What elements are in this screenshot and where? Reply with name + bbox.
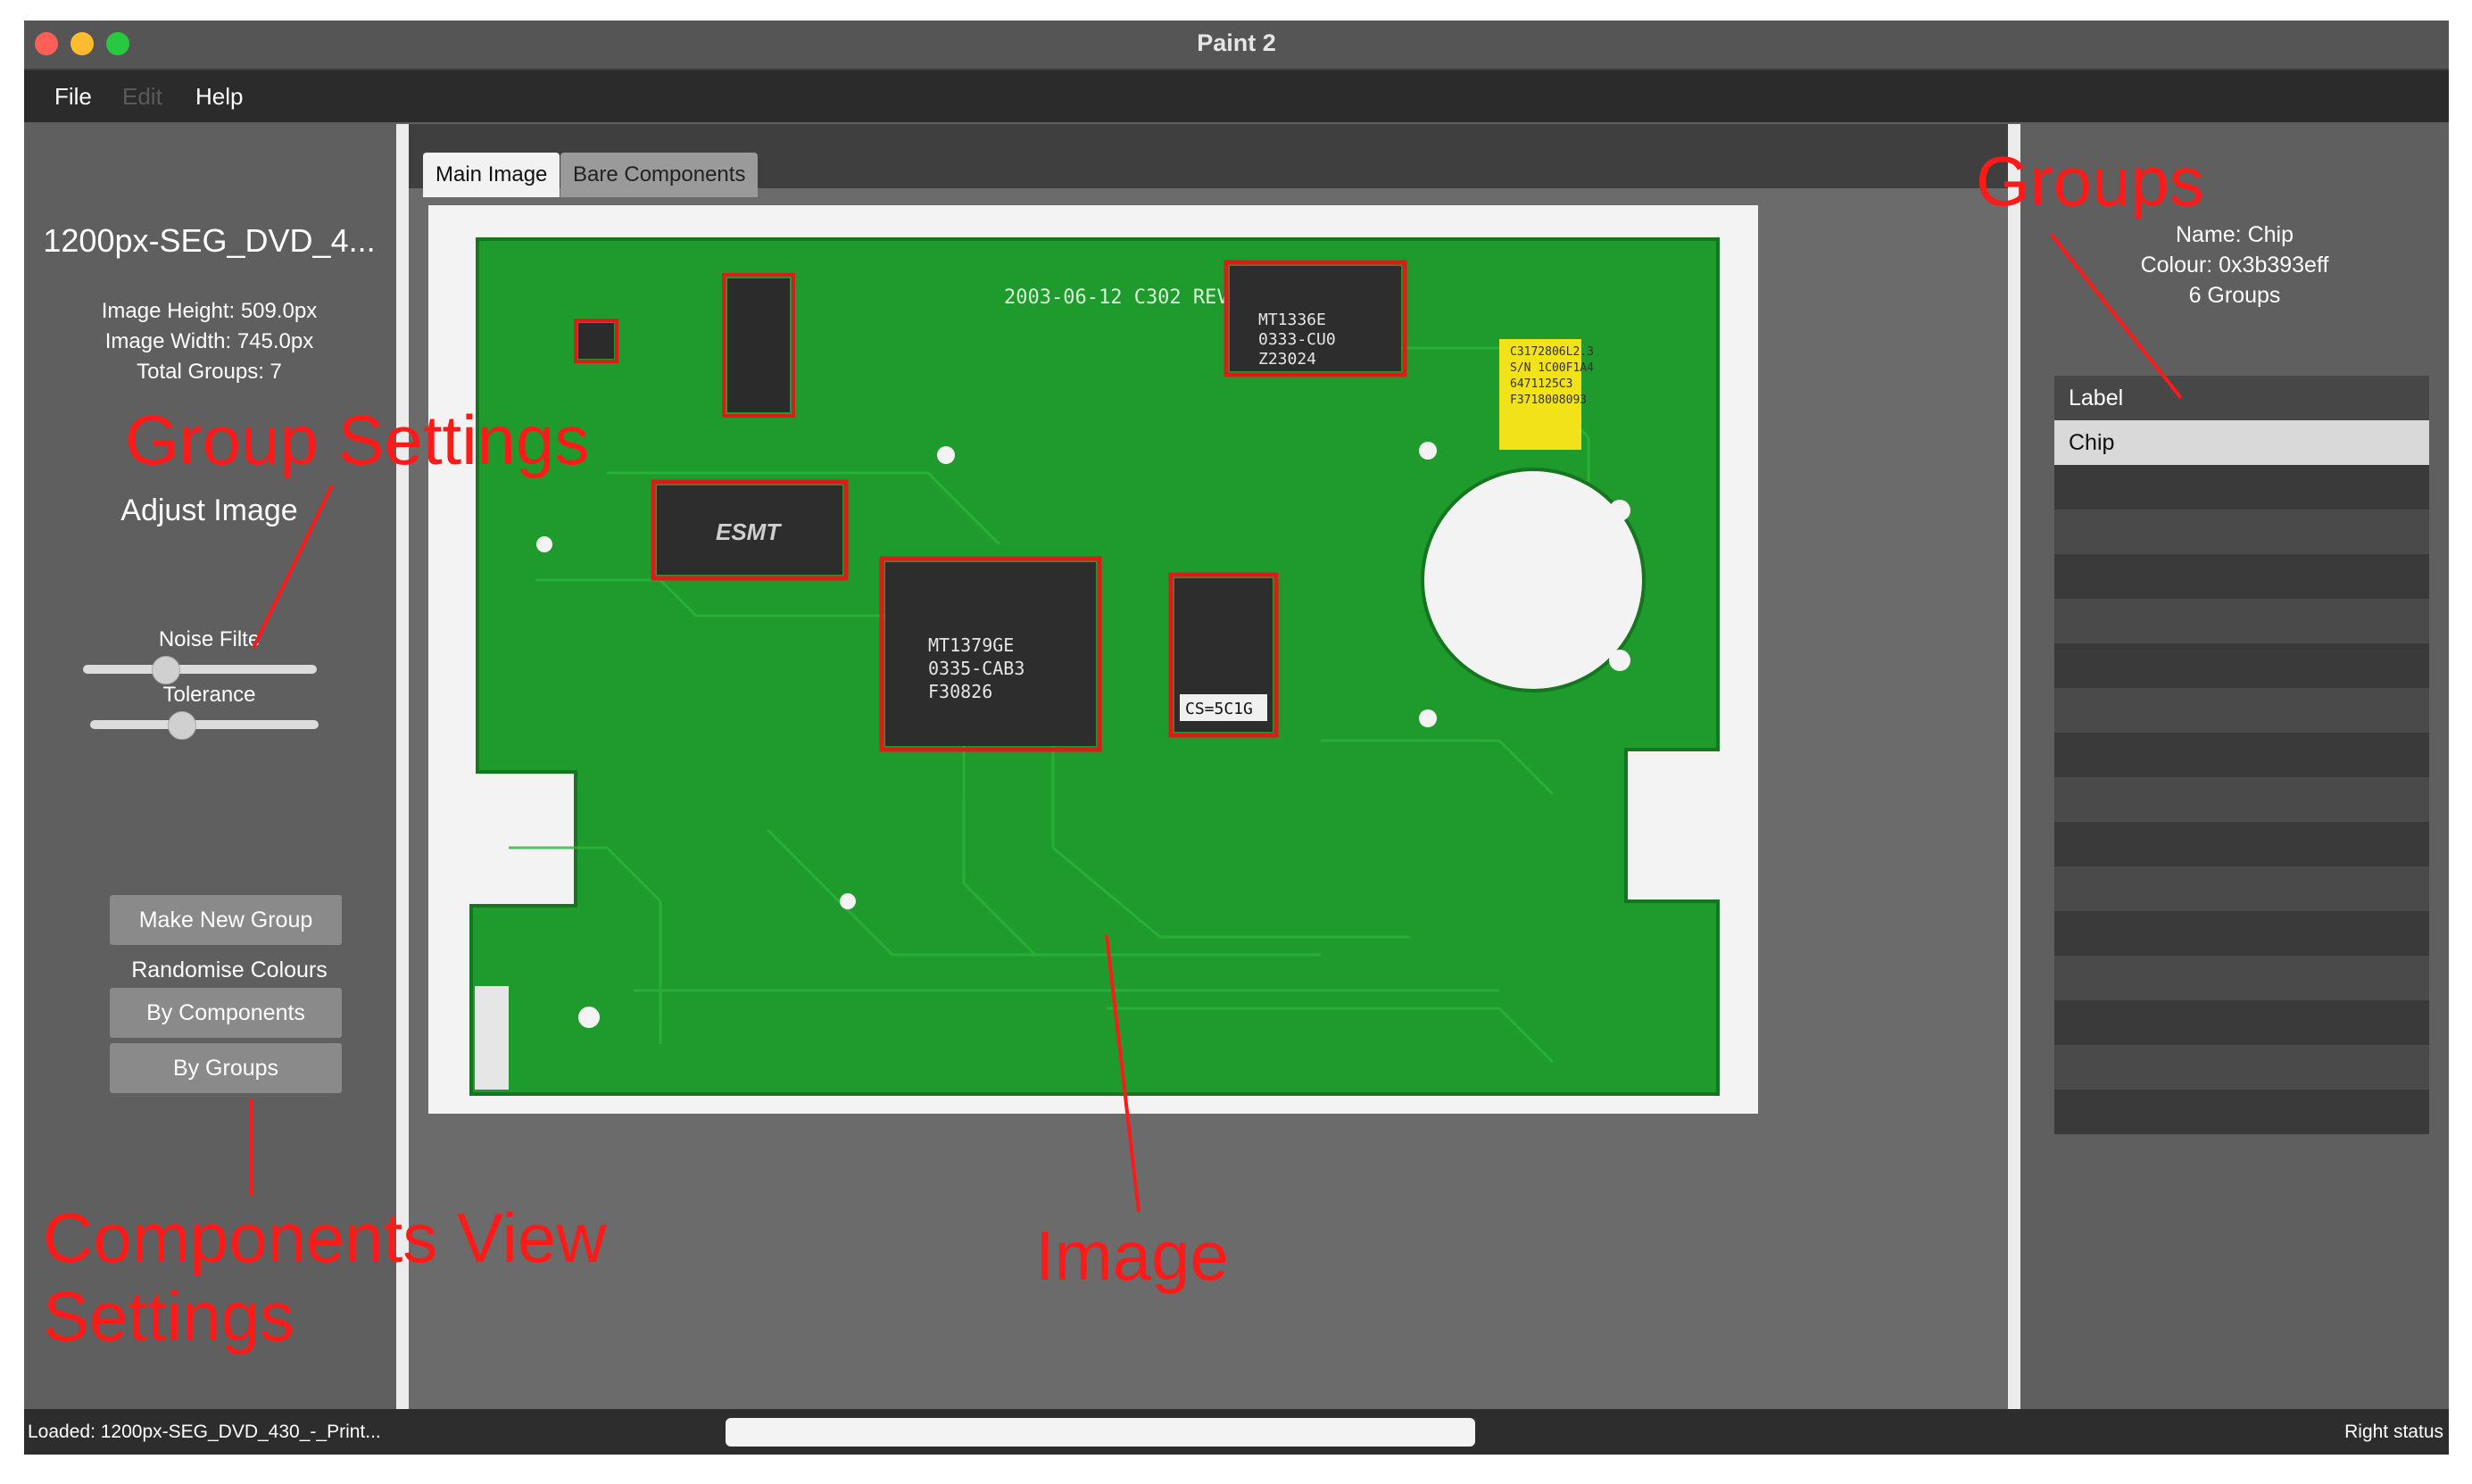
groups-table-header[interactable]: Label (2054, 376, 2429, 420)
annotation-components-view-1: Components View (43, 1198, 607, 1277)
menu-edit[interactable]: Edit (122, 83, 162, 111)
chip-esmt-text: ESMT (716, 518, 782, 545)
svg-text:S/N 1C00F1A4: S/N 1C00F1A4 (1510, 361, 1594, 375)
groups-table[interactable]: Label Chip (2054, 376, 2429, 1134)
empty-table-row (2054, 1000, 2429, 1045)
main-image[interactable]: C3172806L2.3 S/N 1C00F1A4 6471125C3 F371… (428, 205, 1758, 1114)
svg-text:MT1379GE: MT1379GE (928, 634, 1014, 656)
empty-table-row (2054, 1045, 2429, 1090)
menu-help[interactable]: Help (195, 83, 243, 111)
empty-table-row (2054, 599, 2429, 643)
make-new-group-button[interactable]: Make New Group (110, 895, 342, 945)
menu-file[interactable]: File (54, 83, 92, 111)
groups-table-header-label: Label (2069, 386, 2124, 410)
tolerance-track[interactable] (90, 720, 319, 729)
empty-table-row (2054, 688, 2429, 733)
chip-right-sticker-text: CS=5C1G (1185, 700, 1253, 718)
empty-table-row (2054, 956, 2429, 1000)
status-bar: Loaded: 1200px-SEG_DVD_430_-_Print... Ri… (24, 1409, 2449, 1455)
image-filename: 1200px-SEG_DVD_4... (43, 222, 376, 259)
empty-table-row (2054, 554, 2429, 599)
svg-text:MT1336E: MT1336E (1258, 311, 1326, 329)
annotation-image: Image (1035, 1216, 1229, 1295)
noise-filter-label: Noise Filte (158, 627, 261, 651)
empty-table-row (2054, 866, 2429, 911)
chip-small (578, 323, 614, 359)
chip-tall (727, 278, 790, 412)
image-height-text: Image Height: 509.0px (101, 299, 318, 323)
empty-table-row (2054, 465, 2429, 510)
svg-text:F30826: F30826 (928, 681, 992, 702)
svg-text:Z23024: Z23024 (1258, 350, 1316, 369)
menu-bar: File Edit Help (24, 70, 2449, 122)
status-right-text: Right status (2344, 1422, 2443, 1442)
groups-panel: Name: Chip Colour: 0x3b393eff 6 Groups L… (2020, 124, 2449, 1409)
empty-table-row (2054, 510, 2429, 554)
image-width-text: Image Width: 745.0px (104, 329, 314, 353)
status-left-text: Loaded: 1200px-SEG_DVD_430_-_Print... (28, 1422, 381, 1442)
noise-filter-track[interactable] (83, 665, 317, 674)
by-groups-button[interactable]: By Groups (110, 1043, 342, 1093)
tab-strip: Main Image Bare Components (409, 124, 2008, 197)
tab-main-image[interactable]: Main Image (423, 153, 560, 197)
group-count-text: 6 Groups (2188, 283, 2281, 308)
randomise-colours-label: Randomise Colours (131, 958, 328, 982)
empty-table-row (2054, 777, 2429, 822)
pcb-label-strip (475, 986, 509, 1090)
svg-text:F3718008093: F3718008093 (1510, 394, 1587, 407)
empty-table-row (2054, 911, 2429, 956)
tab-bare-components[interactable]: Bare Components (560, 153, 759, 197)
empty-table-row (2054, 733, 2429, 777)
window-title: Paint 2 (1197, 29, 1276, 56)
annotation-groups: Groups (1976, 142, 2204, 220)
progress-bar (726, 1418, 1475, 1447)
table-cell-label: Chip (2069, 430, 2115, 455)
svg-text:0335-CAB3: 0335-CAB3 (928, 658, 1024, 679)
adjust-image-heading: Adjust Image (120, 493, 298, 527)
tolerance-thumb[interactable] (168, 711, 197, 740)
table-row[interactable]: Chip (2054, 420, 2429, 465)
empty-table-row (2054, 822, 2429, 866)
noise-filter-thumb[interactable] (151, 656, 180, 684)
group-colour-text: Colour: 0x3b393eff (2140, 253, 2329, 278)
title-bar: Paint 2 (24, 21, 2449, 70)
annotation-group-settings: Group Settings (125, 401, 590, 479)
by-components-button[interactable]: By Components (110, 988, 342, 1038)
annotation-components-view-2: Settings (43, 1277, 294, 1355)
tolerance-label: Tolerance (162, 683, 256, 707)
total-groups-text: Total Groups: 7 (137, 360, 282, 384)
svg-text:0333-CU0: 0333-CU0 (1258, 330, 1336, 349)
group-name-text: Name: Chip (2176, 222, 2294, 247)
right-splitter[interactable] (2008, 124, 2020, 1409)
empty-table-row (2054, 643, 2429, 688)
svg-text:6471125C3: 6471125C3 (1510, 377, 1572, 391)
empty-table-row (2054, 1090, 2429, 1134)
svg-text:C3172806L2.3: C3172806L2.3 (1510, 345, 1594, 359)
pcb-image: C3172806L2.3 S/N 1C00F1A4 6471125C3 F371… (469, 237, 1720, 1096)
